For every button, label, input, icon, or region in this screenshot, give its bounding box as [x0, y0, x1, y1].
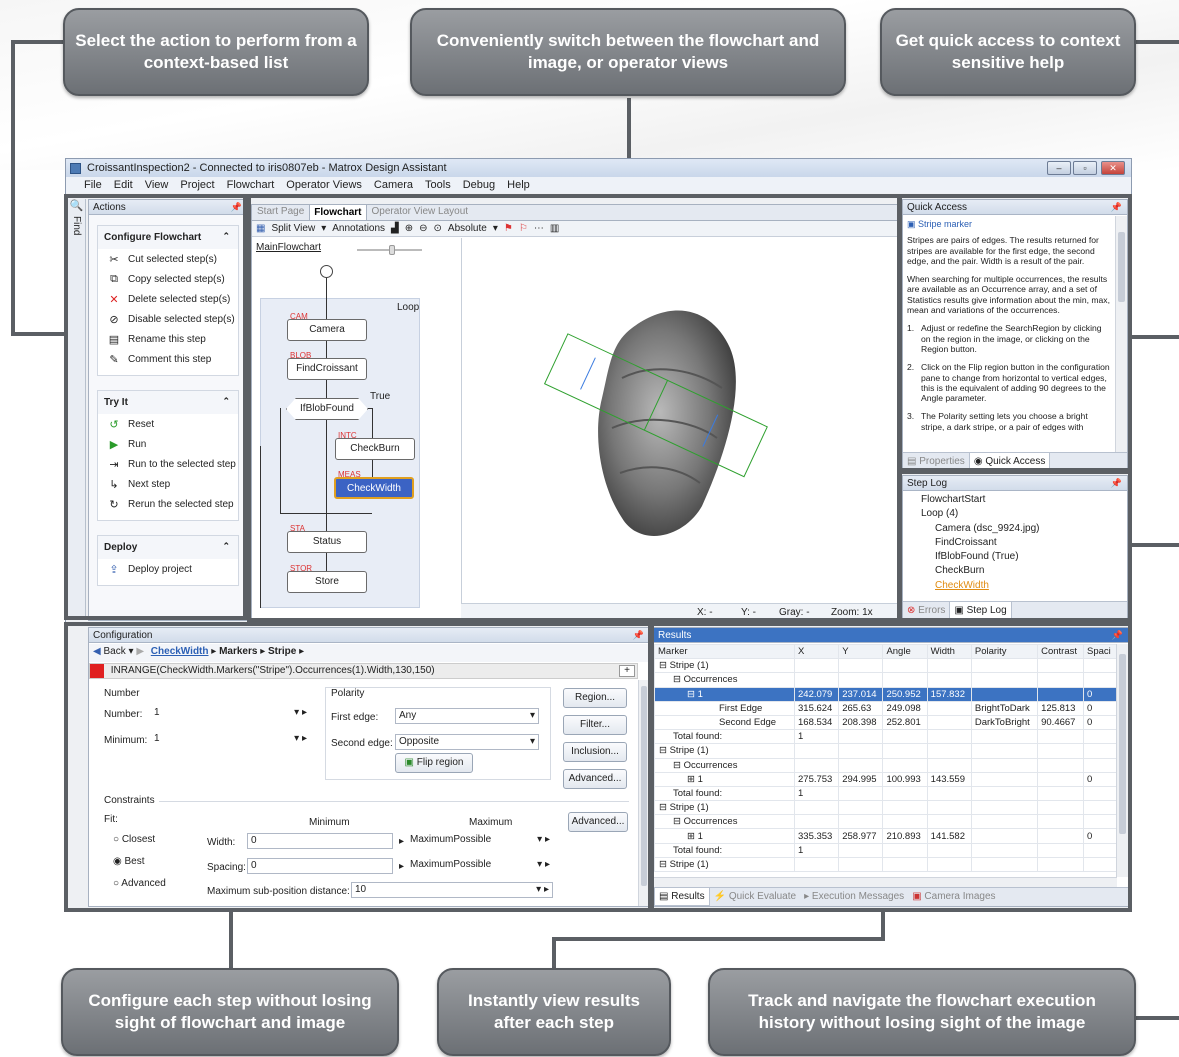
- menu-project[interactable]: Project: [180, 179, 214, 191]
- callout-results: Instantly view results after each step: [437, 968, 671, 1056]
- callout-select-action: Select the action to perform from a cont…: [63, 8, 369, 96]
- connector: [1134, 1016, 1179, 1020]
- close-button[interactable]: ✕: [1101, 161, 1125, 175]
- connector: [552, 937, 556, 970]
- highlight-quick-access: [898, 194, 1132, 472]
- callout-configure: Configure each step without losing sight…: [61, 968, 399, 1056]
- menu-edit[interactable]: Edit: [114, 179, 133, 191]
- connector: [1132, 543, 1179, 547]
- minimize-button[interactable]: –: [1047, 161, 1071, 175]
- menu-camera[interactable]: Camera: [374, 179, 413, 191]
- highlight-configuration: [64, 622, 652, 912]
- menu-debug[interactable]: Debug: [463, 179, 495, 191]
- menu-file[interactable]: File: [84, 179, 102, 191]
- connector: [229, 910, 233, 970]
- window-title: CroissantInspection2 - Connected to iris…: [87, 162, 447, 174]
- menu-bar: File Edit View Project Flowchart Operato…: [66, 177, 1131, 193]
- highlight-step-log: [898, 470, 1132, 622]
- connector: [11, 332, 67, 336]
- connector: [11, 40, 67, 44]
- connector: [1132, 335, 1179, 339]
- maximize-button[interactable]: ▫: [1073, 161, 1097, 175]
- connector: [11, 40, 15, 336]
- title-bar: CroissantInspection2 - Connected to iris…: [66, 159, 1131, 177]
- callout-history: Track and navigate the flowchart executi…: [708, 968, 1136, 1056]
- highlight-actions: [64, 194, 247, 620]
- menu-tools[interactable]: Tools: [425, 179, 451, 191]
- callout-switch-views: Conveniently switch between the flowchar…: [410, 8, 846, 96]
- menu-operator-views[interactable]: Operator Views: [286, 179, 362, 191]
- callout-help: Get quick access to context sensitive he…: [880, 8, 1136, 96]
- highlight-results: [650, 622, 1132, 912]
- connector: [552, 937, 885, 941]
- menu-help[interactable]: Help: [507, 179, 530, 191]
- connector: [1134, 40, 1179, 44]
- menu-view[interactable]: View: [145, 179, 169, 191]
- highlight-center: [247, 194, 901, 622]
- menu-flowchart[interactable]: Flowchart: [227, 179, 275, 191]
- app-icon: [70, 162, 81, 174]
- connector: [881, 910, 885, 940]
